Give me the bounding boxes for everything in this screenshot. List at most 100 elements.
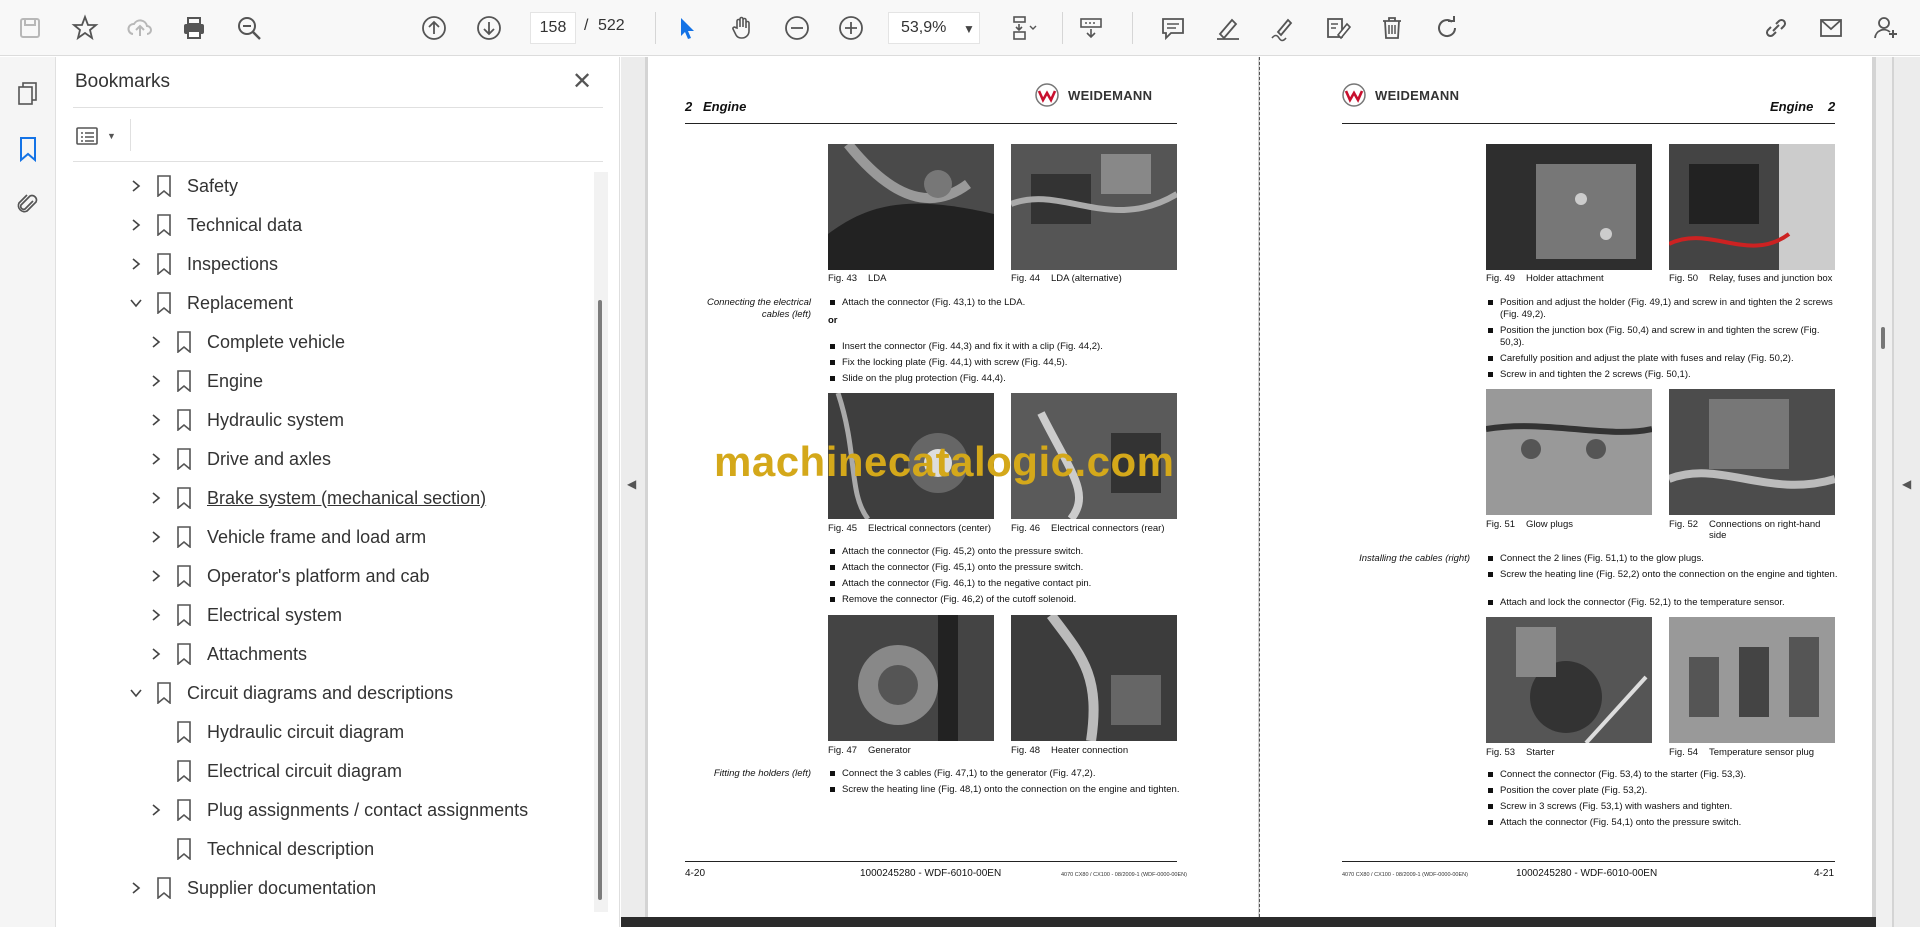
cloud-upload-icon[interactable] [120,8,160,48]
figure-photo [1011,615,1177,741]
chevron-right-icon[interactable] [145,799,167,821]
instruction-step: Attach and lock the connector (Fig. 52,1… [1486,597,1841,609]
edit-text-icon[interactable] [1318,8,1358,48]
chevron-right-icon[interactable] [145,487,167,509]
instruction-step: Slide on the plug protection (Fig. 44,4)… [828,373,1183,385]
footer-document-number: 1000245280 - WDF-6010-00EN [1516,868,1658,879]
chevron-right-icon[interactable] [145,526,167,548]
bookmark-icon [153,876,175,900]
bookmark-label: Plug assignments / contact assignments [207,799,529,820]
sign-pen-icon[interactable] [1263,8,1303,48]
bookmark-label: Hydraulic circuit diagram [207,721,405,742]
bookmark-item-plug-assignments[interactable]: Plug assignments / contact assignments [145,792,528,828]
scrollbar-thumb[interactable] [1881,327,1885,349]
bookmarks-icon[interactable] [10,131,46,167]
zoom-out-icon[interactable] [777,8,817,48]
bookmark-item-complete-vehicle[interactable]: Complete vehicle [145,324,345,360]
chevron-right-icon[interactable] [125,253,147,275]
bookmark-item-hydraulic-circuit-diagram[interactable]: Hydraulic circuit diagram [145,714,404,750]
bookmark-options-button[interactable]: ▼ [75,121,123,151]
bookmark-item-electrical-system[interactable]: Electrical system [145,597,342,633]
instruction-step: Attach the connector (Fig. 45,2) onto th… [828,546,1183,558]
close-icon[interactable]: ✕ [572,67,592,96]
bookmark-item-inspections[interactable]: Inspections [125,246,278,282]
bookmark-item-attachments[interactable]: Attachments [145,636,307,672]
divider [130,119,131,151]
bookmark-item-technical-data[interactable]: Technical data [125,207,302,243]
bookmark-item-technical-description[interactable]: Technical description [145,831,374,867]
share-link-icon[interactable] [1756,8,1796,48]
previous-page-icon[interactable] [414,8,454,48]
bookmark-item-safety[interactable]: Safety [125,168,238,204]
chevron-right-icon[interactable] [145,370,167,392]
page-separator: / [584,17,589,34]
figure-number: Fig. 43 [828,273,858,284]
bookmark-label: Circuit diagrams and descriptions [187,682,454,703]
header-rule [1342,123,1835,124]
save-icon[interactable] [10,8,50,48]
select-cursor-icon[interactable] [667,8,707,48]
weidemann-logo-icon [1035,83,1059,107]
scrollbar-thumb[interactable] [598,300,602,900]
chevron-right-icon[interactable] [145,409,167,431]
highlight-pen-icon[interactable] [1208,8,1248,48]
document-scrollbar[interactable] [1876,57,1892,927]
figure-number: Fig. 53 [1486,747,1516,758]
bookmark-item-brake-system[interactable]: Brake system (mechanical section) [145,480,486,516]
or-separator: or [828,315,838,326]
bookmark-item-engine[interactable]: Engine [145,363,263,399]
collapse-right-pane-button[interactable]: ◀ [1894,57,1920,927]
star-icon[interactable] [65,8,105,48]
bookmark-item-drive-and-axles[interactable]: Drive and axles [145,441,331,477]
page-number-input[interactable]: 158 [530,12,576,44]
hand-tool-icon[interactable] [722,8,762,48]
weidemann-logo-icon [1342,83,1366,107]
chevron-down-icon[interactable] [125,682,147,704]
bookmarks-scrollbar[interactable] [594,172,608,912]
scroll-mode-icon[interactable] [1071,8,1111,48]
attachments-paperclip-icon[interactable] [10,187,46,223]
chevron-right-icon[interactable] [145,643,167,665]
page-thumbnails-icon[interactable] [10,75,46,111]
chevron-right-icon[interactable] [145,448,167,470]
chevron-down-icon[interactable]: ▼ [963,22,975,36]
chevron-right-icon[interactable] [125,877,147,899]
email-icon[interactable] [1811,8,1851,48]
chevron-right-icon[interactable] [145,565,167,587]
bookmark-item-circuit-diagrams[interactable]: Circuit diagrams and descriptions [125,675,453,711]
chevron-down-icon[interactable] [125,292,147,314]
instruction-step: Position the junction box (Fig. 50,4) an… [1486,325,1841,349]
bookmark-item-replacement[interactable]: Replacement [125,285,293,321]
instruction-step: Position the cover plate (Fig. 53,2). [1486,785,1841,797]
chevron-right-icon[interactable] [125,175,147,197]
collapse-left-pane-button[interactable]: ◀ [621,57,645,927]
next-page-icon[interactable] [469,8,509,48]
figure-name: Connections on right-hand side [1709,519,1821,541]
add-user-icon[interactable] [1866,8,1906,48]
zoom-in-icon[interactable] [831,8,871,48]
chevron-right-icon[interactable] [125,214,147,236]
bookmark-item-hydraulic-system[interactable]: Hydraulic system [145,402,344,438]
figure-caption: Fig. 43 LDA [828,273,886,284]
figure-photo [1486,617,1652,743]
toolbar-divider [655,12,656,44]
comment-icon[interactable] [1153,8,1193,48]
print-icon[interactable] [174,8,214,48]
bookmark-icon [173,837,195,861]
chevron-right-icon[interactable] [145,331,167,353]
bookmark-item-electrical-circuit-diagram[interactable]: Electrical circuit diagram [145,753,402,789]
bookmark-item-vehicle-frame[interactable]: Vehicle frame and load arm [145,519,426,555]
zoom-search-icon[interactable] [229,8,269,48]
bookmark-label: Engine [207,370,264,391]
bookmark-item-supplier-documentation[interactable]: Supplier documentation [125,870,376,906]
delete-icon[interactable] [1372,8,1412,48]
page-fit-icon[interactable] [1003,8,1043,48]
figure-caption: Fig. 53 Starter [1486,747,1555,758]
figure-caption: Fig. 44 LDA (alternative) [1011,273,1122,284]
rotate-icon[interactable] [1427,8,1467,48]
bookmark-icon [173,447,195,471]
instruction-step: Connect the 2 lines (Fig. 51,1) to the g… [1486,553,1841,565]
chevron-right-icon[interactable] [145,604,167,626]
bookmark-item-operators-platform[interactable]: Operator's platform and cab [145,558,430,594]
